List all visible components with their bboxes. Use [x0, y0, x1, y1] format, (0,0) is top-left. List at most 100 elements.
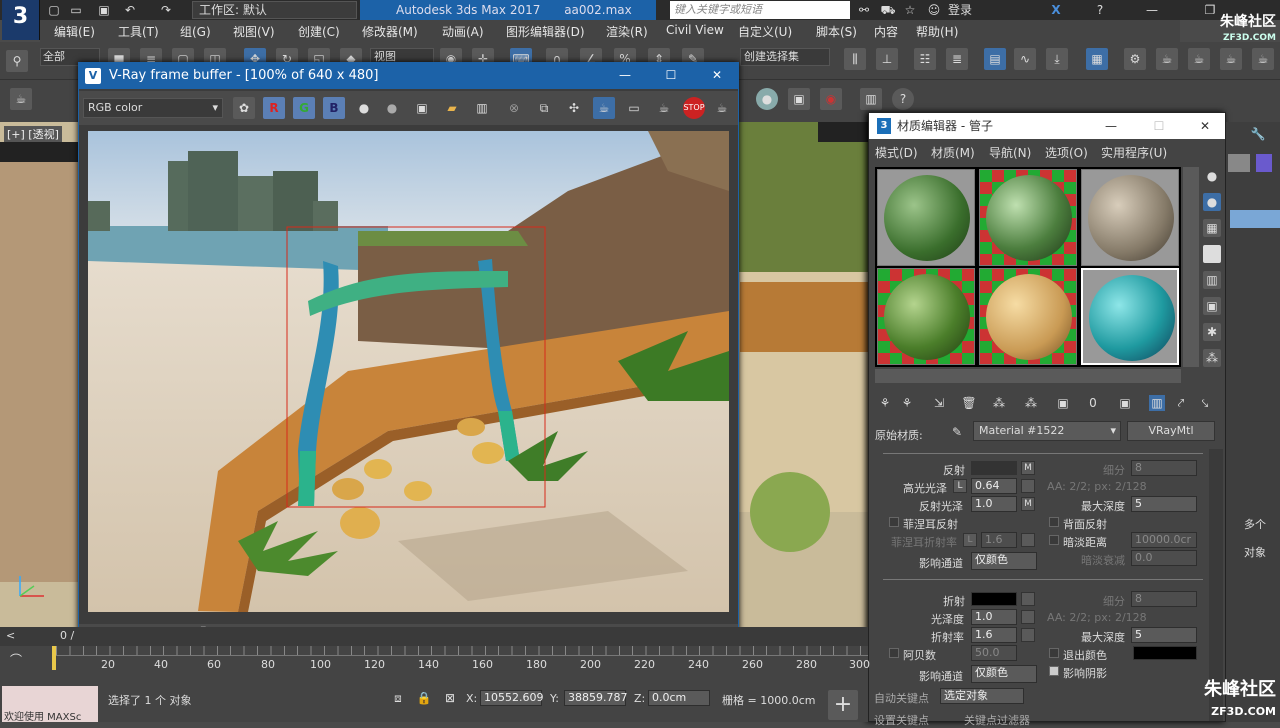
load-image-icon[interactable]: ▰: [441, 97, 463, 119]
render-icon[interactable]: ☕: [711, 97, 733, 119]
star-icon[interactable]: ☆: [902, 2, 918, 18]
menu-help[interactable]: 帮助(H): [916, 23, 958, 40]
hilight-lock-button[interactable]: L: [953, 479, 967, 493]
sample-slot[interactable]: [979, 169, 1077, 266]
green-channel-button[interactable]: G: [293, 97, 315, 119]
set-key-button[interactable]: 设置关键点: [874, 712, 929, 728]
mated-menu-options[interactable]: 选项(O): [1045, 144, 1088, 161]
unique-material-icon[interactable]: ⁂: [1023, 395, 1039, 411]
abbe-checkbox[interactable]: [889, 648, 899, 658]
refl-gloss-spinner[interactable]: 1.0: [971, 496, 1017, 512]
go-to-parent-icon[interactable]: ⤤: [1173, 395, 1189, 411]
isolate-icon[interactable]: ⧈: [390, 690, 406, 706]
app-logo[interactable]: 3: [2, 0, 40, 40]
curve-editor-icon[interactable]: ∿: [1014, 48, 1036, 70]
mono-channel-icon[interactable]: ●: [353, 97, 375, 119]
align-icon[interactable]: ⊥: [876, 48, 898, 70]
color-channels-icon[interactable]: ✿: [233, 97, 255, 119]
auto-key-button[interactable]: 自动关键点: [874, 690, 929, 706]
vray-sun-icon[interactable]: ◉: [820, 88, 842, 110]
save-image-icon[interactable]: ▣: [411, 97, 433, 119]
menu-content[interactable]: 内容: [874, 23, 898, 40]
video-color-icon[interactable]: ▥: [1203, 271, 1221, 289]
menu-graph-editors[interactable]: 图形编辑器(D): [506, 23, 585, 40]
scene-explorer-icon[interactable]: ☷: [914, 48, 936, 70]
blue-channel-button[interactable]: B: [323, 97, 345, 119]
mated-menu-navigation[interactable]: 导航(N): [989, 144, 1031, 161]
red-channel-button[interactable]: R: [263, 97, 285, 119]
clear-image-icon[interactable]: ▥: [471, 97, 493, 119]
ior-spinner[interactable]: 1.6: [971, 627, 1017, 643]
sample-slot[interactable]: [877, 268, 975, 365]
time-slider[interactable]: < 0 /: [0, 627, 868, 646]
exchange-icon[interactable]: X: [1048, 2, 1064, 18]
render-iterative-icon[interactable]: ☕: [1220, 48, 1242, 70]
hilight-gloss-map-button[interactable]: [1021, 479, 1035, 493]
put-to-library-icon[interactable]: ▣: [1055, 395, 1071, 411]
dim-falloff-spinner[interactable]: 0.0: [1131, 550, 1197, 566]
refl-gloss-map-button[interactable]: M: [1021, 497, 1035, 511]
stop-render-icon[interactable]: STOP: [683, 97, 705, 119]
x-coordinate-field[interactable]: 10552.609: [480, 690, 544, 706]
redo-icon[interactable]: ↷: [158, 2, 174, 18]
cart-icon[interactable]: ⛟: [880, 2, 896, 18]
layer-explorer-icon[interactable]: ≣: [946, 48, 968, 70]
delete-material-icon[interactable]: 🗑: [961, 395, 977, 411]
sphere-icon[interactable]: ●: [756, 88, 778, 110]
mated-menu-modes[interactable]: 模式(D): [875, 144, 918, 161]
vray-mesh-icon[interactable]: ▥: [860, 88, 882, 110]
exit-color-swatch[interactable]: [1133, 646, 1197, 660]
menu-scripting[interactable]: 脚本(S): [816, 23, 857, 40]
exit-color-checkbox[interactable]: [1049, 648, 1059, 658]
named-selection-set-dropdown[interactable]: 创建选择集: [740, 48, 830, 66]
dim-distance-checkbox[interactable]: [1049, 535, 1059, 545]
refraction-gloss-map-button[interactable]: [1021, 610, 1035, 624]
ior-map-button[interactable]: [1021, 628, 1035, 642]
copy-material-icon[interactable]: ⁂: [991, 395, 1007, 411]
curve-editor-mini-icon[interactable]: ⌒: [8, 652, 24, 668]
refraction-subdivs-spinner[interactable]: 8: [1131, 591, 1197, 607]
refraction-map-button[interactable]: [1021, 592, 1035, 606]
reflection-max-depth-spinner[interactable]: 5: [1131, 496, 1197, 512]
get-material-icon[interactable]: ⚘: [877, 395, 893, 411]
mated-menu-material[interactable]: 材质(M): [931, 144, 975, 161]
link-icon[interactable]: ⚲: [6, 50, 28, 72]
maxscript-listener[interactable]: 欢迎使用 MAXSc: [2, 686, 98, 722]
undo-icon[interactable]: ↶: [122, 2, 138, 18]
select-by-material-icon[interactable]: ⁂: [1203, 349, 1221, 367]
ribbon-icon[interactable]: ▤: [984, 48, 1006, 70]
refraction-gloss-spinner[interactable]: 1.0: [971, 609, 1017, 625]
mated-close-button[interactable]: ✕: [1191, 116, 1219, 136]
alpha-channel-icon[interactable]: ●: [381, 97, 403, 119]
menu-civil-view[interactable]: Civil View: [666, 23, 724, 37]
menu-edit[interactable]: 编辑(E): [54, 23, 95, 40]
add-time-tag-icon[interactable]: +: [828, 690, 858, 720]
backside-checkbox[interactable]: [1049, 517, 1059, 527]
viewport-label[interactable]: [+] [透视]: [4, 126, 62, 142]
menu-customize[interactable]: 自定义(U): [738, 23, 792, 40]
save-icon[interactable]: ▣: [96, 2, 112, 18]
sample-slot-active[interactable]: [1081, 268, 1179, 365]
mated-minimize-button[interactable]: —: [1097, 116, 1125, 136]
sample-slot[interactable]: [979, 268, 1077, 365]
open-icon[interactable]: ▭: [68, 2, 84, 18]
fresnel-ior-map-button[interactable]: [1021, 533, 1035, 547]
render-production-icon[interactable]: ☕: [1188, 48, 1210, 70]
material-name-field[interactable]: Material #1522 ▾: [973, 421, 1121, 441]
reflection-color-swatch[interactable]: [971, 461, 1017, 475]
show-in-viewport-icon[interactable]: ▣: [1117, 395, 1133, 411]
render-setup-icon[interactable]: ⚙: [1124, 48, 1146, 70]
reflection-affect-channels-dropdown[interactable]: 仅颜色: [971, 552, 1037, 570]
sample-slot[interactable]: [1081, 169, 1179, 266]
vfb-minimize-button[interactable]: —: [611, 65, 639, 85]
preview-icon[interactable]: ▣: [1203, 297, 1221, 315]
new-icon[interactable]: ▢: [46, 2, 62, 18]
hilight-gloss-spinner[interactable]: 0.64: [971, 478, 1017, 494]
help-icon[interactable]: ?: [1092, 2, 1108, 18]
z-coordinate-field[interactable]: 0.0cm: [648, 690, 710, 706]
schematic-view-icon[interactable]: ⤓: [1046, 48, 1068, 70]
menu-rendering[interactable]: 渲染(R): [606, 23, 648, 40]
menu-create[interactable]: 创建(C): [298, 23, 340, 40]
track-mouse-icon[interactable]: ✣: [563, 97, 585, 119]
key-filters-button[interactable]: 关键点过滤器: [964, 712, 1030, 728]
